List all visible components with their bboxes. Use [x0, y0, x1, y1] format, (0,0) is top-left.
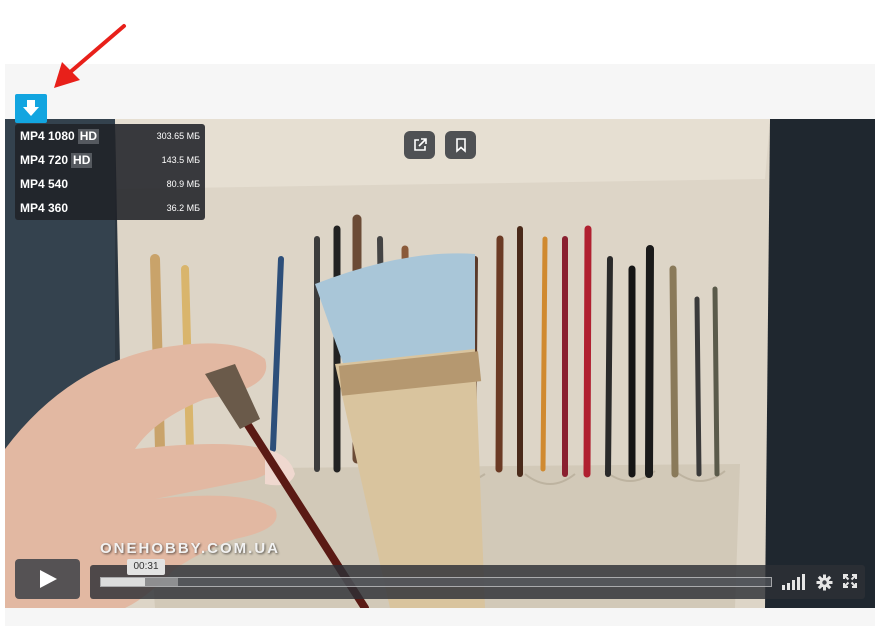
progress-bar[interactable] — [100, 577, 772, 587]
time-tooltip: 00:31 — [127, 559, 165, 575]
share-external-icon — [414, 138, 427, 151]
download-format-label: MP4 360 — [20, 201, 69, 215]
progress-played — [101, 578, 145, 586]
download-format-label: MP4 540 — [20, 177, 69, 191]
player-footer-band — [5, 608, 875, 626]
control-bar — [90, 565, 865, 599]
annotation-arrow-icon — [54, 24, 126, 88]
download-option-1080[interactable]: MP4 1080 HD 303.65 МБ — [15, 124, 205, 148]
play-button[interactable] — [15, 559, 80, 599]
hd-badge: HD — [71, 153, 93, 168]
share-button[interactable] — [404, 131, 435, 159]
download-option-360[interactable]: MP4 360 36.2 МБ — [15, 196, 205, 220]
download-arrow-icon — [23, 100, 39, 116]
play-icon — [40, 570, 57, 588]
download-size-label: 80.9 МБ — [166, 179, 200, 189]
hd-badge: HD — [77, 129, 100, 144]
download-option-540[interactable]: MP4 540 80.9 МБ — [15, 172, 205, 196]
download-format-label: MP4 720 HD — [20, 153, 93, 168]
volume-bars-icon[interactable] — [782, 574, 806, 590]
bookmark-button[interactable] — [445, 131, 476, 159]
download-menu: MP4 1080 HD 303.65 МБ MP4 720 HD 143.5 МБ … — [15, 124, 205, 220]
bookmark-icon — [456, 138, 466, 153]
download-size-label: 36.2 МБ — [166, 203, 200, 213]
download-format-label: MP4 1080 HD — [20, 129, 100, 144]
player-header-band — [5, 64, 875, 119]
video-watermark: ONEHOBBY.COM.UA — [100, 540, 281, 557]
download-button[interactable] — [15, 94, 47, 123]
download-option-720[interactable]: MP4 720 HD 143.5 МБ — [15, 148, 205, 172]
gear-icon[interactable] — [816, 574, 833, 591]
fullscreen-icon[interactable] — [843, 574, 857, 588]
download-size-label: 303.65 МБ — [156, 131, 200, 141]
download-size-label: 143.5 МБ — [161, 155, 200, 165]
